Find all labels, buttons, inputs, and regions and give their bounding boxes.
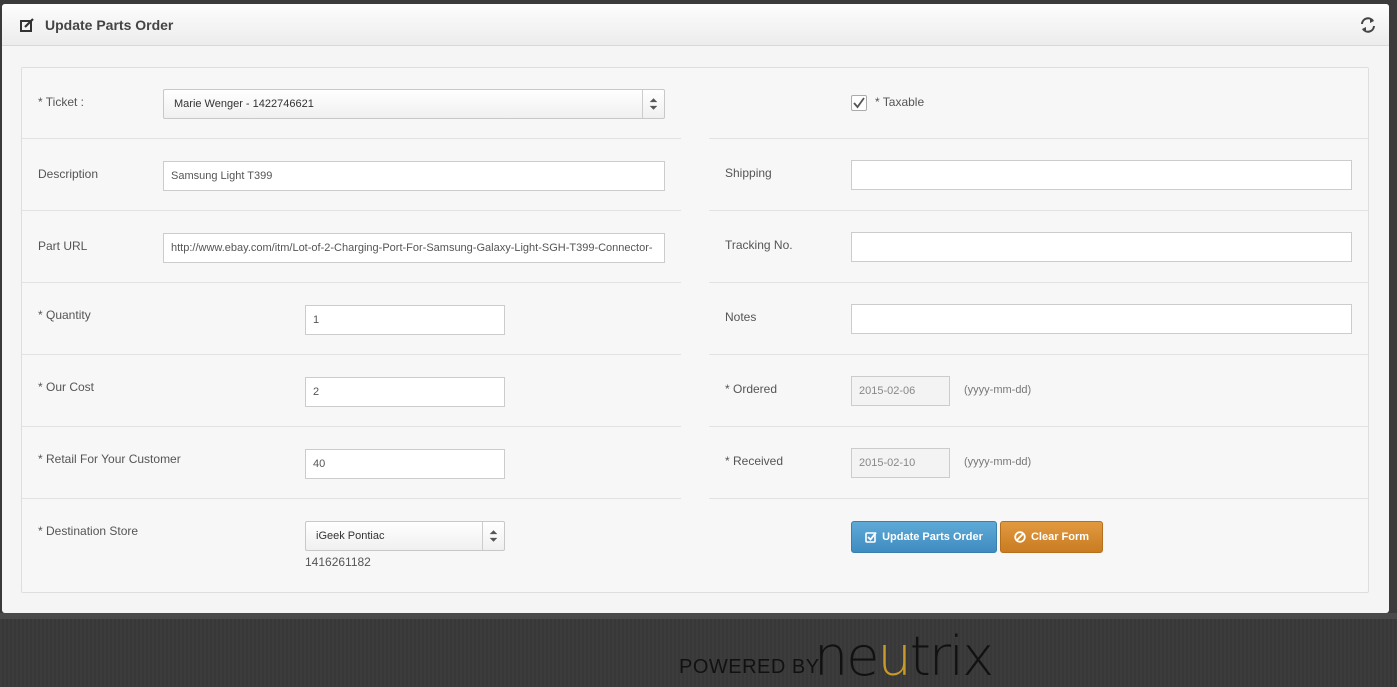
notes-label: Notes [725, 310, 757, 324]
destination-store-select[interactable]: iGeek Pontiac [305, 521, 505, 551]
tracking-input[interactable] [851, 232, 1352, 262]
powered-by-text: POWERED BY [679, 656, 820, 678]
ordered-date-hint: (yyyy-mm-dd) [964, 384, 1032, 396]
destination-store-value: iGeek Pontiac [316, 530, 385, 542]
edit-icon [20, 18, 34, 32]
clear-form-button[interactable]: Clear Form [1000, 521, 1103, 553]
our-cost-input[interactable]: 2 [305, 377, 505, 407]
tracking-label: Tracking No. [725, 238, 793, 252]
row-divider [709, 498, 1369, 499]
brand-part: trix [909, 625, 994, 687]
destination-store-id: 1416261182 [305, 555, 371, 569]
quantity-input[interactable]: 1 [305, 305, 505, 335]
part-url-label: Part URL [38, 239, 88, 253]
footer: POWERED BY neutrix [0, 613, 1397, 687]
row-divider [22, 498, 681, 499]
update-button-label: Update Parts Order [882, 531, 983, 543]
update-parts-order-button[interactable]: Update Parts Order [851, 521, 997, 553]
page-title: Update Parts Order [45, 17, 174, 33]
row-divider [709, 426, 1369, 427]
shipping-label: Shipping [725, 166, 772, 180]
shipping-input[interactable] [851, 160, 1352, 190]
ban-icon [1014, 531, 1026, 543]
taxable-checkbox[interactable] [851, 95, 867, 111]
select-arrows-icon [482, 522, 498, 550]
row-divider [22, 138, 681, 139]
quantity-label: * Quantity [38, 308, 91, 322]
row-divider [709, 354, 1369, 355]
row-divider [22, 210, 681, 211]
row-divider [22, 354, 681, 355]
refresh-icon[interactable] [1359, 16, 1377, 34]
description-input[interactable]: Samsung Light T399 [163, 161, 665, 191]
part-url-input[interactable]: http://www.ebay.com/itm/Lot-of-2-Chargin… [163, 233, 665, 263]
taxable-label: * Taxable [875, 95, 925, 109]
received-label: * Received [725, 454, 784, 468]
received-date-hint: (yyyy-mm-dd) [964, 456, 1032, 468]
ticket-select-value: Marie Wenger - 1422746621 [174, 98, 314, 110]
destination-store-label: * Destination Store [38, 524, 139, 538]
our-cost-label: * Our Cost [38, 380, 95, 394]
notes-input[interactable] [851, 304, 1352, 334]
ordered-label: * Ordered [725, 382, 778, 396]
row-divider [22, 282, 681, 283]
description-label: Description [38, 167, 99, 181]
update-parts-order-panel: Update Parts Order * Ticket : Marie Weng… [2, 4, 1389, 613]
panel-header: Update Parts Order [2, 4, 1389, 46]
brand-part: ne [814, 625, 879, 687]
ordered-date-input[interactable]: 2015-02-06 [851, 376, 950, 406]
footer-bar [0, 613, 1397, 619]
ticket-select[interactable]: Marie Wenger - 1422746621 [163, 89, 665, 119]
row-divider [22, 426, 681, 427]
check-square-icon [865, 531, 877, 543]
retail-label: * Retail For Your Customer [38, 452, 181, 466]
row-divider [709, 138, 1369, 139]
row-divider [709, 282, 1369, 283]
brand-part: u [877, 625, 911, 687]
received-date-input[interactable]: 2015-02-10 [851, 448, 950, 478]
row-divider [709, 210, 1369, 211]
ticket-label: * Ticket : [38, 95, 85, 109]
retail-input[interactable]: 40 [305, 449, 505, 479]
neutrix-logo: neutrix [814, 625, 994, 687]
select-arrows-icon [642, 90, 658, 118]
right-edge [1389, 4, 1397, 613]
clear-button-label: Clear Form [1030, 531, 1090, 543]
checkmark-icon [853, 97, 865, 109]
parts-order-form: * Ticket : Marie Wenger - 1422746621 Des… [21, 67, 1369, 593]
